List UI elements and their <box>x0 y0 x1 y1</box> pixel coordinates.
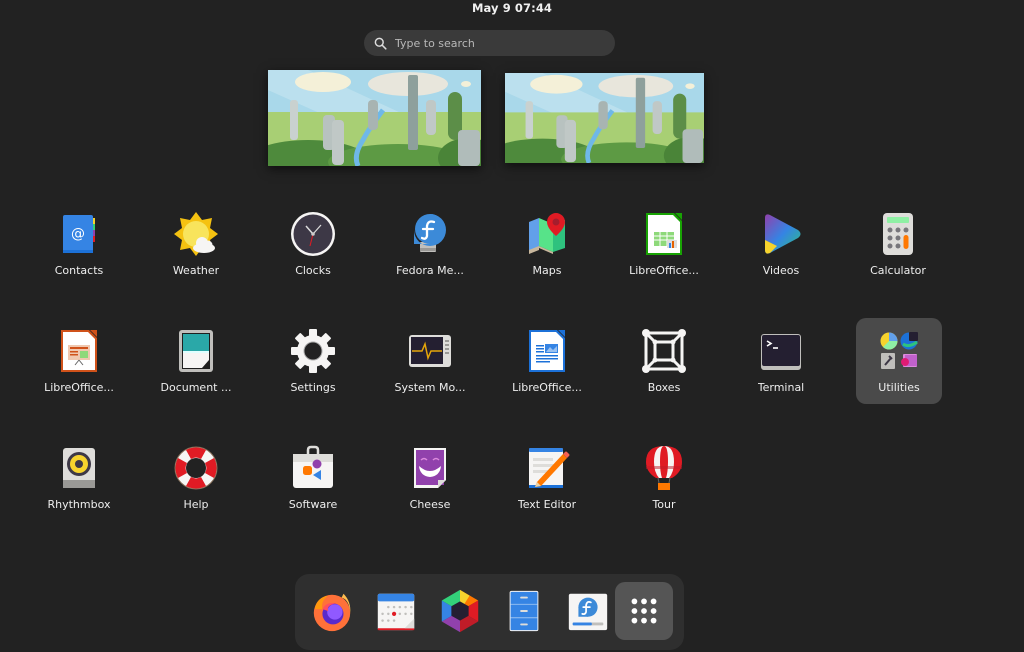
search-icon <box>374 37 387 50</box>
app-text-editor[interactable]: Text Editor <box>489 435 605 521</box>
document-scanner-icon <box>172 327 220 375</box>
app-label: Maps <box>532 264 562 277</box>
app-label: LibreOffice... <box>512 381 582 394</box>
libreoffice-impress-icon <box>55 327 103 375</box>
app-system-monitor[interactable]: System Mo... <box>372 318 488 404</box>
photos-icon <box>441 589 479 633</box>
clocks-icon <box>289 210 337 258</box>
svg-text:@: @ <box>71 226 85 242</box>
app-terminal[interactable]: Terminal <box>723 318 839 404</box>
terminal-icon <box>757 327 805 375</box>
app-label: Utilities <box>878 381 920 394</box>
app-libreoffice-impress[interactable]: LibreOffice... <box>21 318 137 404</box>
app-fedora-media-writer[interactable]: Fedora Me... <box>372 201 488 287</box>
app-boxes[interactable]: Boxes <box>606 318 722 404</box>
app-settings[interactable]: Settings <box>255 318 371 404</box>
app-label: Weather <box>172 264 220 277</box>
show-apps-grid-icon <box>631 598 657 624</box>
app-label: Terminal <box>757 381 805 394</box>
app-tour[interactable]: Tour <box>606 435 722 521</box>
workspace-thumbnail-1[interactable] <box>268 70 481 166</box>
app-calculator[interactable]: Calculator <box>840 201 956 287</box>
show-apps-button[interactable] <box>615 582 673 640</box>
libreoffice-writer-icon <box>523 327 571 375</box>
text-editor-icon <box>523 444 571 492</box>
clock-datetime[interactable]: May 9 07:44 <box>0 1 1024 15</box>
app-contacts[interactable]: @ Contacts <box>21 201 137 287</box>
search-bar[interactable] <box>364 30 615 56</box>
workspace-thumbnail-2[interactable] <box>505 73 704 163</box>
app-label: LibreOffice... <box>44 381 114 394</box>
app-label: Boxes <box>647 381 681 394</box>
app-cheese[interactable]: Cheese <box>372 435 488 521</box>
contacts-icon: @ <box>55 210 103 258</box>
app-software[interactable]: Software <box>255 435 371 521</box>
files-icon <box>509 590 539 632</box>
app-label: Document ... <box>160 381 232 394</box>
app-label: Clocks <box>295 264 331 277</box>
help-icon <box>172 444 220 492</box>
rhythmbox-icon <box>55 444 103 492</box>
app-clocks[interactable]: Clocks <box>255 201 371 287</box>
utilities-folder-icon <box>875 327 923 375</box>
fedora-media-writer-icon <box>568 593 608 631</box>
folder-utilities[interactable]: Utilities <box>856 318 942 404</box>
app-label: Cheese <box>409 498 451 511</box>
fedora-media-writer-icon <box>406 210 454 258</box>
app-label: Software <box>288 498 338 511</box>
app-label: System Mo... <box>394 381 466 394</box>
dash-item-photos[interactable] <box>431 582 489 640</box>
calculator-icon <box>874 210 922 258</box>
app-rhythmbox[interactable]: Rhythmbox <box>21 435 137 521</box>
app-label: Videos <box>762 264 800 277</box>
maps-icon <box>523 210 571 258</box>
wallpaper-image <box>505 73 704 163</box>
calendar-icon <box>377 593 415 631</box>
dash-item-firefox[interactable] <box>303 582 361 640</box>
app-help[interactable]: Help <box>138 435 254 521</box>
app-label: Tour <box>652 498 676 511</box>
app-label: Contacts <box>54 264 104 277</box>
boxes-icon <box>640 327 688 375</box>
app-label: Fedora Me... <box>396 264 464 277</box>
app-videos[interactable]: Videos <box>723 201 839 287</box>
app-label: Text Editor <box>517 498 577 511</box>
dash-item-calendar[interactable] <box>367 582 425 640</box>
app-weather[interactable]: Weather <box>138 201 254 287</box>
app-label: Rhythmbox <box>47 498 111 511</box>
dash-item-fedora-media-writer[interactable] <box>559 582 617 640</box>
videos-icon <box>757 210 805 258</box>
tour-icon <box>640 444 688 492</box>
firefox-icon <box>313 593 351 632</box>
dash <box>295 574 684 650</box>
weather-icon <box>172 210 220 258</box>
app-document-scanner[interactable]: Document ... <box>138 318 254 404</box>
app-label: LibreOffice... <box>629 264 699 277</box>
software-icon <box>289 444 337 492</box>
app-label: Settings <box>290 381 336 394</box>
app-libreoffice-writer[interactable]: LibreOffice... <box>489 318 605 404</box>
libreoffice-calc-icon <box>640 210 688 258</box>
wallpaper-image <box>268 70 481 166</box>
app-maps[interactable]: Maps <box>489 201 605 287</box>
system-monitor-icon <box>406 327 454 375</box>
search-input[interactable] <box>395 36 595 50</box>
app-label: Calculator <box>870 264 926 277</box>
dash-item-files[interactable] <box>495 582 553 640</box>
settings-icon <box>289 327 337 375</box>
app-label: Help <box>183 498 209 511</box>
cheese-icon <box>406 444 454 492</box>
app-libreoffice-calc[interactable]: LibreOffice... <box>606 201 722 287</box>
